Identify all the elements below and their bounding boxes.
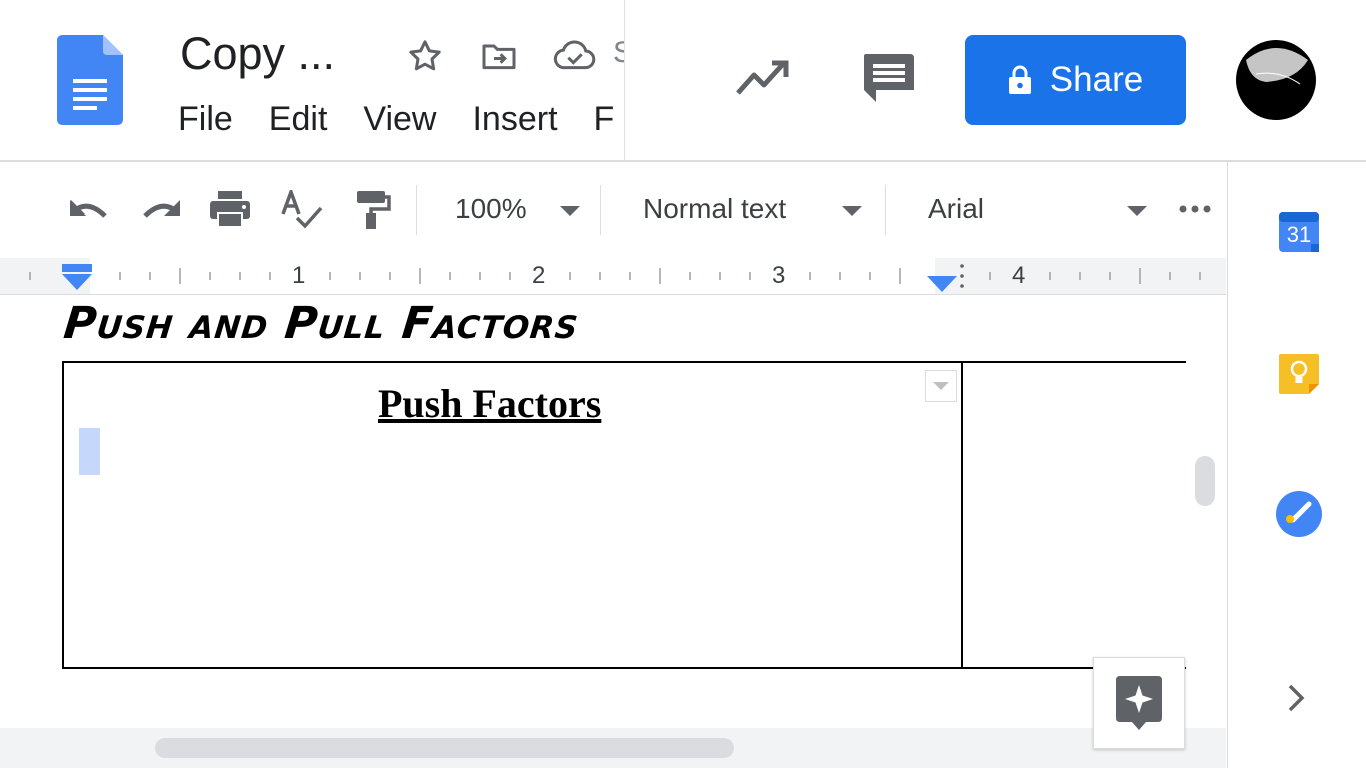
avatar[interactable] <box>1236 40 1316 120</box>
table-column-divider[interactable] <box>961 361 963 669</box>
table-cell-menu-icon[interactable] <box>925 370 957 402</box>
horizontal-scrollbar[interactable] <box>155 738 734 758</box>
share-label: Share <box>1049 60 1144 99</box>
font-select[interactable]: Arial <box>928 193 984 225</box>
explore-button[interactable] <box>1093 657 1185 749</box>
style-dropdown-icon[interactable] <box>842 206 862 216</box>
move-folder-icon[interactable] <box>477 34 521 78</box>
table[interactable] <box>62 361 1186 669</box>
left-indent-marker[interactable] <box>61 264 93 294</box>
cloud-saved-icon[interactable] <box>553 34 597 78</box>
ruler-number: 3 <box>772 262 786 289</box>
keep-icon[interactable] <box>1277 352 1321 396</box>
toolbar-separator <box>416 185 417 235</box>
chevron-right-icon[interactable] <box>1284 684 1310 712</box>
ruler-number: 2 <box>532 262 546 289</box>
menu-format[interactable]: F <box>594 100 615 139</box>
spellcheck-icon[interactable] <box>278 186 324 234</box>
explore-icon <box>1116 676 1162 730</box>
ruler-number: 1 <box>292 262 306 289</box>
vertical-scrollbar[interactable] <box>1195 456 1215 506</box>
zoom-dropdown-icon[interactable] <box>560 206 580 216</box>
menu-edit[interactable]: Edit <box>269 100 328 139</box>
document-title[interactable]: Copy ... <box>180 28 335 80</box>
text-cursor-selection <box>79 428 100 475</box>
menu-view[interactable]: View <box>363 100 436 139</box>
print-icon[interactable] <box>207 186 253 234</box>
docs-logo-icon[interactable] <box>57 35 123 125</box>
style-select[interactable]: Normal text <box>643 193 786 225</box>
menu-insert[interactable]: Insert <box>472 100 557 139</box>
star-icon[interactable] <box>403 34 447 78</box>
comment-icon[interactable] <box>862 52 916 104</box>
tasks-icon[interactable] <box>1275 490 1323 538</box>
toolbar-separator <box>885 185 886 235</box>
calendar-day: 31 <box>1286 222 1312 247</box>
undo-icon[interactable] <box>66 186 112 234</box>
font-dropdown-icon[interactable] <box>1127 206 1147 216</box>
share-button[interactable]: Share <box>965 35 1186 125</box>
table-cell-title[interactable]: Push Factors <box>378 380 601 427</box>
activity-trend-icon[interactable] <box>734 55 790 99</box>
ruler-ticks <box>0 258 1226 294</box>
paint-format-icon[interactable] <box>348 186 394 234</box>
zoom-select[interactable]: 100% <box>455 193 527 225</box>
document-heading[interactable]: Push and Pull Factors <box>61 298 581 349</box>
ruler-number: 4 <box>1012 262 1026 289</box>
lock-icon <box>1008 65 1031 94</box>
toolbar-separator <box>600 185 601 235</box>
right-indent-marker[interactable] <box>927 276 957 294</box>
more-icon[interactable] <box>1178 202 1214 216</box>
menu-file[interactable]: File <box>178 100 233 139</box>
redo-icon[interactable] <box>138 186 184 234</box>
menu-bar: File Edit View Insert F <box>178 100 650 139</box>
